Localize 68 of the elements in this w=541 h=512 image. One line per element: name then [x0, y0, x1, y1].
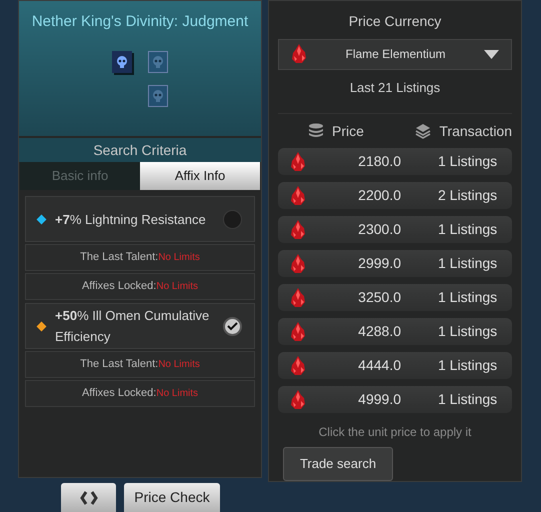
- trade-search-button[interactable]: Trade search: [283, 447, 393, 481]
- price-cell-text: 4288.0: [357, 322, 401, 342]
- condition-row[interactable]: Affixes Locked:No Limits: [25, 380, 255, 407]
- condition-label: The Last Talent:: [80, 250, 158, 266]
- affix-row[interactable]: +7% Lightning Resistance: [25, 196, 255, 242]
- condition-label: Affixes Locked:: [82, 386, 156, 402]
- crystal-icon: [290, 220, 306, 240]
- listings-cell-text: 1 Listings: [438, 152, 498, 172]
- checkmark-icon: [227, 322, 238, 330]
- listing-row[interactable]: 3250.0 1 Listings: [278, 284, 512, 312]
- price-cell-text: 4444.0: [357, 356, 401, 376]
- listings-count: Last 21 Listings: [350, 78, 440, 97]
- currency-dropdown[interactable]: Flame Elementium: [278, 39, 512, 70]
- refresh-button[interactable]: [61, 483, 116, 512]
- affix-text: +50% Ill Omen Cumulative Efficiency: [55, 307, 210, 346]
- condition-row[interactable]: The Last Talent:No Limits: [25, 351, 255, 378]
- listings-cell-text: 2 Listings: [438, 186, 498, 206]
- panel-title: Price Currency: [348, 12, 442, 31]
- listings-cell-text: 1 Listings: [438, 322, 498, 342]
- listing-row[interactable]: 4288.0 1 Listings: [278, 318, 512, 346]
- hint-text: Click the unit price to apply it: [318, 424, 472, 442]
- condition-value: No Limits: [158, 358, 200, 372]
- crystal-icon: [290, 356, 306, 376]
- column-header: Price: [332, 122, 364, 141]
- price-cell-text: 4999.0: [357, 390, 401, 410]
- listing-row[interactable]: 4444.0 1 Listings: [278, 352, 512, 380]
- crystal-icon: [290, 390, 306, 410]
- section-title: Search Criteria: [19, 138, 261, 162]
- listing-row[interactable]: 2999.0 1 Listings: [278, 250, 512, 278]
- condition-value: No Limits: [156, 387, 198, 401]
- price-cell-text: 2999.0: [357, 254, 401, 274]
- price-check-button[interactable]: Price Check: [124, 483, 220, 512]
- item-title: Nether King's Divinity: Judgment: [32, 12, 248, 32]
- checkbox[interactable]: [223, 210, 242, 228]
- listing-row[interactable]: 2300.0 1 Listings: [278, 216, 512, 244]
- crystal-icon: [290, 186, 306, 206]
- listings-cell-text: 1 Listings: [438, 220, 498, 240]
- caret-icon: [484, 50, 499, 59]
- affix-row[interactable]: +50% Ill Omen Cumulative Efficiency: [25, 303, 255, 349]
- crystal-icon: [290, 254, 306, 274]
- crystal-icon: [290, 152, 306, 172]
- price-cell-text: 2300.0: [357, 220, 401, 240]
- listing-row[interactable]: 4999.0 1 Listings: [278, 386, 512, 414]
- layers-icon: [415, 123, 432, 140]
- condition-label: The Last Talent:: [80, 357, 158, 372]
- coins-icon: [308, 123, 324, 140]
- condition-value: No Limits: [158, 251, 200, 265]
- listing-row[interactable]: 2200.0 2 Listings: [278, 182, 512, 210]
- column-header: Transaction: [439, 122, 512, 141]
- price-cell-text: 2200.0: [357, 186, 401, 206]
- crystal-icon: [291, 44, 307, 64]
- price-cell-text: 3250.0: [357, 288, 401, 308]
- condition-value: No Limits: [156, 280, 198, 294]
- condition-label: Affixes Locked:: [82, 279, 156, 294]
- listings-cell-text: 1 Listings: [438, 390, 498, 410]
- checkbox[interactable]: [223, 316, 242, 336]
- skull-slot-icon[interactable]: [112, 50, 132, 72]
- price-cell-text: 2180.0: [357, 152, 401, 172]
- listings-cell-text: 1 Listings: [438, 356, 498, 376]
- tab[interactable]: Affix Info: [140, 162, 260, 190]
- crystal-icon: [290, 288, 306, 308]
- crystal-icon: [290, 322, 306, 342]
- listing-row[interactable]: 2180.0 1 Listings: [278, 148, 512, 176]
- listings-cell-text: 1 Listings: [438, 254, 498, 274]
- condition-row[interactable]: The Last Talent:No Limits: [25, 244, 255, 271]
- listings-cell-text: 1 Listings: [438, 288, 498, 308]
- affix-text: +7% Lightning Resistance: [55, 210, 207, 229]
- condition-row[interactable]: Affixes Locked:No Limits: [25, 273, 255, 300]
